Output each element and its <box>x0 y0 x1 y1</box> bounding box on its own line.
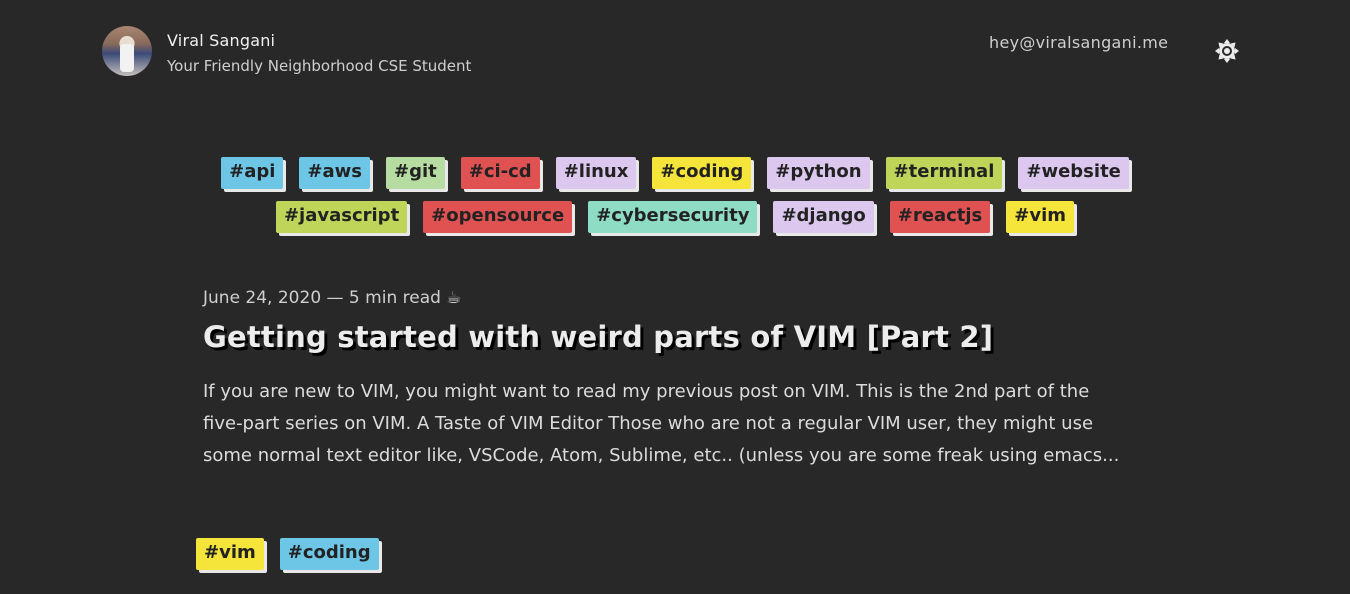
tag-ci-cd[interactable]: #ci-cd <box>460 157 540 189</box>
sun-icon <box>1215 39 1239 63</box>
post-tags: #vim #coding <box>188 538 387 570</box>
tag-cloud: #api #aws #git #ci-cd #linux #coding #python #t… <box>180 157 1170 233</box>
tag-opensource[interactable]: #opensource <box>423 201 573 233</box>
post-title[interactable]: Getting started with weird parts of VIM … <box>203 320 1123 354</box>
tag-javascript[interactable]: #javascript <box>275 201 408 233</box>
tag-python[interactable]: #python <box>767 157 870 189</box>
tag-terminal[interactable]: #terminal <box>885 157 1003 189</box>
author-info: Viral Sangani Your Friendly Neighborhood… <box>167 31 471 75</box>
post-excerpt: If you are new to VIM, you might want to… <box>203 381 1120 466</box>
tag-coding[interactable]: #coding <box>652 157 752 189</box>
author-name[interactable]: Viral Sangani <box>167 31 471 50</box>
post-meta: June 24, 2020 — 5 min read ☕ <box>203 288 462 308</box>
tag-vim[interactable]: #vim <box>196 538 264 570</box>
tag-api[interactable]: #api <box>221 157 284 189</box>
tag-website[interactable]: #website <box>1018 157 1129 189</box>
post-card: June 24, 2020 — 5 min read ☕ Getting sta… <box>203 288 1123 472</box>
tag-reactjs[interactable]: #reactjs <box>889 201 991 233</box>
tag-linux[interactable]: #linux <box>555 157 637 189</box>
tag-coding[interactable]: #coding <box>279 538 379 570</box>
tag-aws[interactable]: #aws <box>299 157 370 189</box>
tag-django[interactable]: #django <box>773 201 874 233</box>
email-link[interactable]: hey@viralsangani.me <box>989 33 1168 52</box>
avatar[interactable] <box>102 26 152 76</box>
theme-toggle-button[interactable] <box>1214 38 1240 64</box>
tag-vim[interactable]: #vim <box>1006 201 1075 233</box>
tag-git[interactable]: #git <box>385 157 445 189</box>
tag-cybersecurity[interactable]: #cybersecurity <box>588 201 758 233</box>
site-header: Viral Sangani Your Friendly Neighborhood… <box>102 26 471 76</box>
author-tagline: Your Friendly Neighborhood CSE Student <box>167 57 472 75</box>
